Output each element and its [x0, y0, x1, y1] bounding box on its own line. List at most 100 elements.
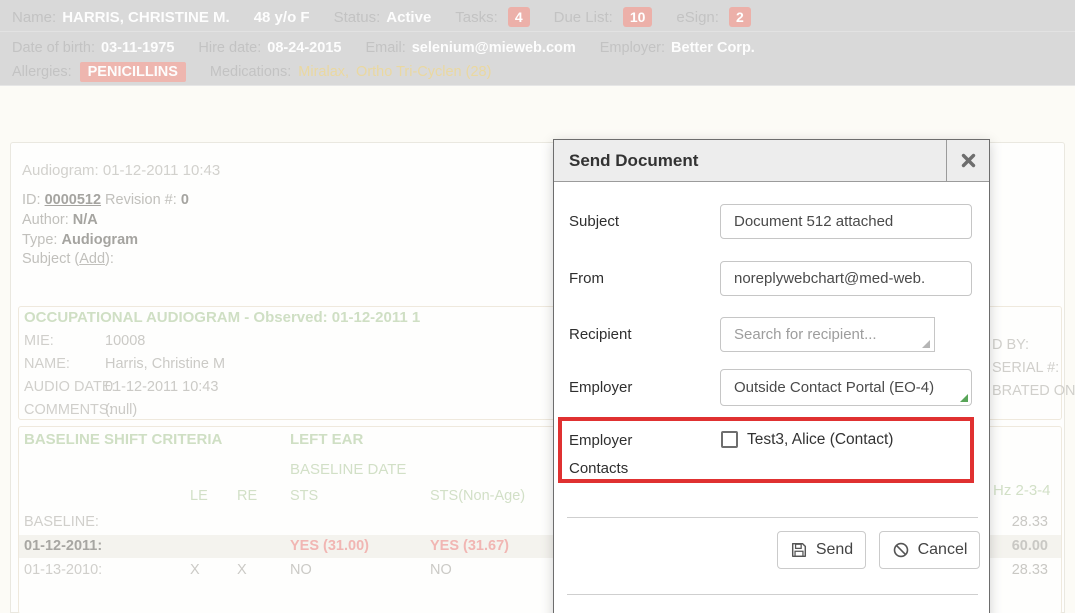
table-row-2011-right-value: 60.00	[990, 538, 1048, 554]
x-icon	[961, 153, 976, 168]
subject-field-label: Subject	[569, 213, 619, 230]
subject-prefix: Subject (	[22, 251, 79, 267]
patient-banner: Name: HARRIS, CHRISTINE M. 48 y/o F Stat…	[0, 0, 1075, 86]
hz-column-heading: Hz 2-3-4	[993, 482, 1051, 499]
baseline-date-heading: BASELINE DATE	[290, 461, 406, 478]
modal-header: Send Document	[554, 140, 989, 182]
subject-input[interactable]	[720, 204, 972, 239]
col-header-le: LE	[190, 488, 208, 504]
modal-title: Send Document	[569, 140, 698, 181]
calibrated-fragment: BRATED ON	[992, 383, 1075, 399]
patient-name: HARRIS, CHRISTINE M.	[62, 9, 230, 26]
modal-close-button[interactable]	[946, 140, 989, 181]
hire-date-value: 08-24-2015	[267, 40, 341, 56]
tested-by-fragment: D BY:	[992, 337, 1029, 353]
employer-value: Better Corp.	[671, 40, 755, 56]
employer-field-label: Employer	[569, 379, 632, 396]
esign-count-badge[interactable]: 2	[729, 7, 751, 27]
table-row-2010-sts-non-age: NO	[430, 562, 452, 578]
subject-suffix: ):	[105, 251, 114, 267]
name-field-value: Harris, Christine M	[105, 356, 225, 372]
allergy-badge[interactable]: PENICILLINS	[80, 62, 186, 82]
table-row-2010-sts: NO	[290, 562, 312, 578]
bottom-divider	[567, 594, 978, 595]
employer-label: Employer:	[600, 40, 665, 56]
document-author-line: Author: N/A	[22, 212, 98, 228]
table-row-2010-right-value: 28.33	[990, 562, 1048, 578]
resize-grip-icon[interactable]	[922, 340, 930, 348]
table-row-2011-label: 01-12-2011:	[24, 538, 102, 554]
subject-add-link[interactable]: Add	[79, 251, 105, 267]
due-list-count-badge[interactable]: 10	[623, 7, 653, 27]
name-label: Name:	[12, 9, 56, 26]
hire-date-label: Hire date:	[198, 40, 261, 56]
employer-select[interactable]	[720, 369, 972, 406]
floppy-disk-icon	[790, 541, 808, 559]
banner-row-divider	[0, 31, 1075, 32]
dob-label: Date of birth:	[12, 40, 95, 56]
employer-contacts-label-line1: Employer	[569, 432, 632, 449]
allergies-label: Allergies:	[12, 64, 72, 80]
revision-label: Revision #:	[105, 192, 177, 208]
subject-input-wrap	[720, 204, 972, 239]
from-input-wrap	[720, 261, 972, 296]
name-field-label: NAME:	[24, 356, 70, 372]
patient-age-sex: 48 y/o F	[254, 9, 310, 26]
table-row-baseline-label: BASELINE:	[24, 514, 99, 530]
author-value: N/A	[73, 212, 98, 228]
employer-contact-option[interactable]: Test3, Alice (Contact)	[747, 431, 893, 449]
table-row-2011-sts: YES (31.00)	[290, 538, 369, 554]
medication-link-ortho[interactable]: Ortho Tri-Cyclen (28)	[356, 64, 491, 80]
footer-divider	[567, 517, 978, 518]
table-row-2011-sts-non-age: YES (31.67)	[430, 538, 509, 554]
resize-grip-green-icon[interactable]	[960, 394, 968, 402]
due-list-label: Due List:	[554, 9, 613, 26]
document-id-link[interactable]: 0000512	[45, 192, 101, 208]
employer-select-wrap	[720, 369, 972, 406]
dob-value: 03-11-1975	[101, 40, 174, 56]
author-label: Author:	[22, 212, 69, 228]
left-ear-heading: LEFT EAR	[290, 431, 363, 448]
from-field-label: From	[569, 270, 604, 287]
document-type-line: Type: Audiogram	[22, 232, 138, 248]
patient-banner-row-1: Name: HARRIS, CHRISTINE M. 48 y/o F Stat…	[12, 5, 751, 29]
comments-value: (null)	[105, 402, 137, 418]
document-subject-line: Subject (Add):	[22, 251, 114, 267]
table-row-baseline-right-value: 28.33	[990, 514, 1048, 530]
document-title: Audiogram: 01-12-2011 10:43	[22, 162, 220, 179]
send-button[interactable]: Send	[777, 531, 866, 569]
recipient-input-group: +	[720, 317, 972, 352]
email-label: Email:	[365, 40, 405, 56]
col-header-sts: STS	[290, 488, 318, 504]
medication-link-miralax[interactable]: Miralax,	[298, 64, 349, 80]
table-row-2010-le: X	[190, 562, 200, 578]
send-document-modal: Send Document Subject From Recipient +	[553, 139, 990, 613]
esign-label: eSign:	[676, 9, 719, 26]
id-label: ID:	[22, 192, 41, 208]
tasks-count-badge[interactable]: 4	[508, 7, 530, 27]
audio-date-value: 01-12-2011 10:43	[105, 379, 218, 395]
status-label: Status:	[334, 9, 381, 26]
status-value: Active	[386, 9, 431, 26]
employer-contacts-label-line2: Contacts	[569, 460, 628, 477]
cancel-button[interactable]: Cancel	[879, 531, 980, 569]
circle-slash-icon	[892, 541, 910, 559]
medications-label: Medications:	[210, 64, 291, 80]
table-row-2010-label: 01-13-2010:	[24, 562, 102, 578]
table-row-2010-re: X	[237, 562, 247, 578]
comments-label: COMMENTS:	[24, 402, 113, 418]
baseline-shift-heading: BASELINE SHIFT CRITERIA	[24, 431, 222, 448]
tasks-label: Tasks:	[455, 9, 498, 26]
type-value: Audiogram	[62, 232, 139, 248]
audio-date-label: AUDIO DATE:	[24, 379, 116, 395]
serial-fragment: SERIAL #:	[992, 360, 1059, 376]
employer-contact-checkbox[interactable]	[721, 431, 738, 448]
from-input[interactable]	[720, 261, 972, 296]
occupational-audiogram-heading: OCCUPATIONAL AUDIOGRAM - Observed: 01-12…	[24, 309, 420, 326]
col-header-sts-non-age: STS(Non-Age)	[430, 488, 525, 504]
patient-banner-row-2: Date of birth: 03-11-1975 Hire date: 08-…	[12, 38, 755, 58]
recipient-field-label: Recipient	[569, 326, 632, 343]
patient-banner-row-3: Allergies: PENICILLINS Medications: Mira…	[12, 61, 491, 83]
recipient-search-input[interactable]	[720, 317, 935, 352]
revision-value: 0	[181, 192, 189, 208]
